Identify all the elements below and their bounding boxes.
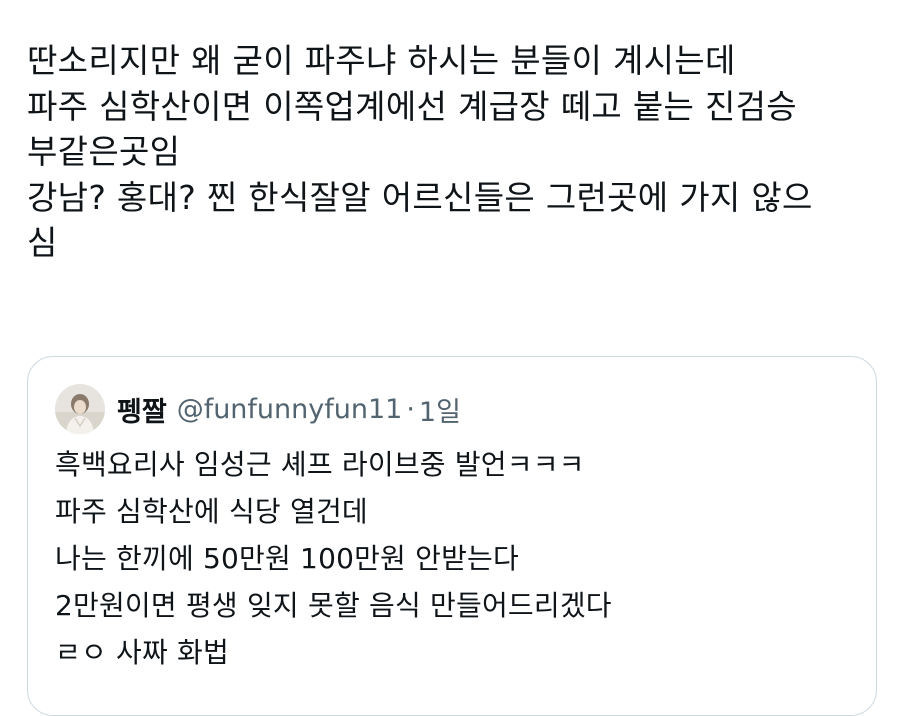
- separator-dot: ·: [406, 393, 415, 425]
- tweet-line: 딴소리지만 왜 굳이 파주냐 하시는 분들이 계시는데: [27, 41, 736, 80]
- tweet-line: 파주 심학산이면 이쪽업계에선 계급장 떼고 붙는 진검승: [27, 86, 797, 126]
- quoted-tweet-card[interactable]: 펭짤 @funfunnyfun11 · 1일 흑백요리사 임성근 셰프 라이브중…: [27, 356, 877, 716]
- quoted-handle[interactable]: @funfunnyfun11: [177, 394, 403, 425]
- tweet-line: 강남? 홍대? 찐 한식잘알 어르신들은 그런곳에 가지 않으: [27, 177, 813, 217]
- tweet-line: 부같은곳임: [27, 132, 181, 171]
- quoted-line: ㄹㅇ 사짜 화법: [55, 636, 229, 669]
- quoted-tweet-header: 펭짤 @funfunnyfun11 · 1일: [55, 384, 461, 434]
- tweet-line: 심: [27, 223, 58, 262]
- quoted-display-name[interactable]: 펭짤: [117, 390, 167, 429]
- quoted-tweet-text: 흑백요리사 임성근 셰프 라이브중 발언ㅋㅋㅋ 파주 심학산에 식당 열건데 나…: [55, 441, 612, 676]
- avatar[interactable]: [55, 384, 105, 434]
- avatar-image: [55, 384, 105, 434]
- quoted-timestamp[interactable]: 1일: [419, 390, 461, 429]
- quoted-line: 파주 심학산에 식당 열건데: [55, 495, 368, 528]
- quoted-line: 나는 한끼에 50만원 100만원 안받는다: [55, 542, 519, 575]
- quoted-line: 흑백요리사 임성근 셰프 라이브중 발언ㅋㅋㅋ: [55, 448, 585, 481]
- quoted-line: 2만원이면 평생 잊지 못할 음식 만들어드리겠다: [55, 589, 612, 622]
- tweet-text: 딴소리지만 왜 굳이 파주냐 하시는 분들이 계시는데 파주 심학산이면 이쪽업…: [27, 38, 877, 266]
